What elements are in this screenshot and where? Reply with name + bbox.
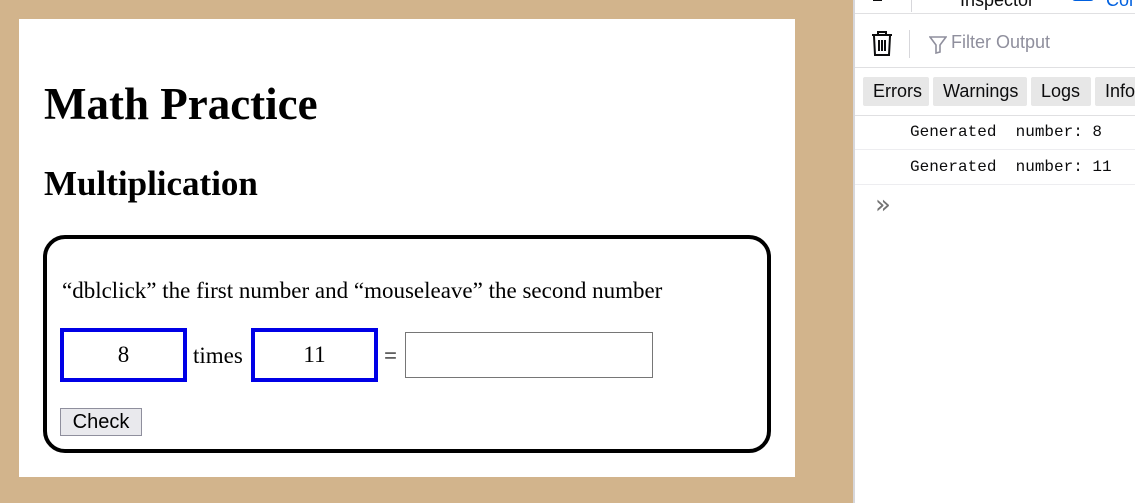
toolbar-divider [911, 0, 912, 12]
trash-icon[interactable] [871, 31, 893, 57]
level-errors-button[interactable]: Errors [863, 77, 929, 106]
practice-box: “dblclick” the first number and “mousele… [43, 235, 771, 453]
pick-element-icon[interactable] [871, 0, 895, 11]
times-label: times [193, 343, 243, 368]
console-log-line: Generated number: 8 [855, 116, 1135, 150]
section-title: Multiplication [44, 164, 258, 203]
answer-input[interactable] [405, 332, 653, 378]
page-viewport: Math Practice Multiplication “dblclick” … [0, 0, 853, 503]
second-number-box[interactable]: 11 [251, 328, 378, 382]
tab-inspector-label: Inspector [960, 0, 1035, 10]
level-warnings-button[interactable]: Warnings [933, 77, 1027, 106]
page-title: Math Practice [44, 79, 318, 129]
inspector-icon [927, 0, 947, 6]
equals-label: = [384, 343, 397, 368]
devtools-panel: Inspector Console Filter Output Errors W… [853, 0, 1135, 503]
log-level-bar: Errors Warnings Logs Info [855, 69, 1135, 116]
filter-output-input[interactable]: Filter Output [951, 32, 1050, 53]
tab-console[interactable]: Console [1071, 0, 1135, 11]
first-number-box[interactable]: 8 [60, 328, 187, 382]
tab-inspector[interactable]: Inspector [927, 0, 1034, 11]
level-info-button[interactable]: Info [1095, 77, 1135, 106]
instructions-text: “dblclick” the first number and “mousele… [62, 278, 663, 303]
page-content: Math Practice Multiplication “dblclick” … [19, 19, 795, 477]
console-log-line: Generated number: 11 [855, 151, 1135, 185]
tab-console-label: Console [1106, 0, 1135, 10]
console-filter-bar: Filter Output [855, 20, 1135, 68]
check-button[interactable]: Check [60, 408, 142, 436]
console-icon [1072, 0, 1094, 1]
devtools-toolbar: Inspector Console [855, 0, 1135, 14]
console-prompt-icon[interactable]: » [875, 190, 891, 220]
level-logs-button[interactable]: Logs [1031, 77, 1091, 106]
filter-divider [909, 30, 910, 58]
filter-icon [929, 36, 947, 54]
